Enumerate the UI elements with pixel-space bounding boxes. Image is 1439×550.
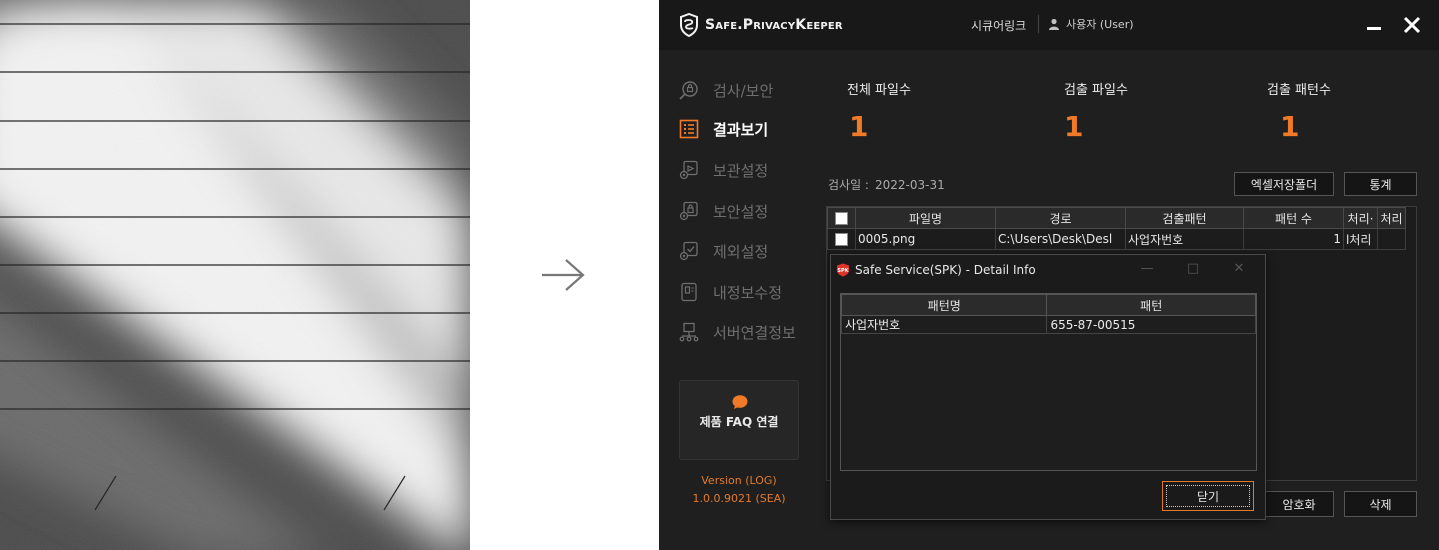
sidebar-item-label: 검사/보안 — [713, 81, 774, 100]
scan-date-value: 2022-03-31 — [874, 178, 945, 192]
title-divider — [1038, 15, 1039, 33]
cell-pattern: 사업자번호 — [1125, 228, 1244, 250]
table-row[interactable]: 사업자번호 655-87-00515 — [840, 315, 1256, 334]
dialog-title: Safe Service(SPK) - Detail Info — [855, 263, 1036, 277]
minimize-icon[interactable] — [1364, 14, 1386, 36]
shield-search-icon — [679, 81, 698, 100]
encrypt-button[interactable]: 암호화 — [1264, 491, 1334, 517]
column-header-process2[interactable]: 처리 — [1377, 207, 1406, 229]
version-line-2: 1.0.0.9021 (SEA) — [692, 492, 786, 505]
row-checkbox[interactable] — [827, 228, 856, 250]
securelink-link[interactable]: 시큐어링크 — [971, 17, 1026, 34]
close-dialog-button[interactable]: 닫기 — [1162, 481, 1254, 511]
sidebar-item-exclude-settings[interactable]: 제외설정 — [679, 239, 768, 263]
cell-pattern-value: 655-87-00515 — [1046, 315, 1256, 334]
excel-folder-button[interactable]: 엑셀저장폴더 — [1234, 172, 1334, 196]
server-network-icon — [679, 322, 699, 342]
version-info: Version (LOG) 1.0.0.9021 (SEA) — [679, 472, 799, 508]
id-card-icon — [681, 282, 697, 302]
brand-logo: Safe.PrivacyKeeper — [679, 12, 843, 38]
cell-filename: 0005.png — [855, 228, 996, 250]
sidebar-item-security-settings[interactable]: 보안설정 — [679, 199, 768, 223]
sidebar-item-my-info[interactable]: 내정보수정 — [679, 280, 782, 304]
app-window: Safe.PrivacyKeeper 시큐어링크 사용자 (User) 검사/보… — [659, 0, 1439, 550]
close-icon[interactable] — [1401, 14, 1423, 36]
cell-count: 1 — [1243, 228, 1344, 250]
svg-text:SPK: SPK — [837, 268, 849, 274]
column-header-pattern-name[interactable]: 패턴명 — [840, 294, 1048, 316]
preview-photo — [0, 0, 470, 550]
detail-info-dialog: SPK Safe Service(SPK) - Detail Info — □ … — [830, 254, 1266, 520]
sidebar-item-label: 서버연결정보 — [713, 323, 796, 342]
brand-name: Safe.PrivacyKeeper — [705, 17, 843, 33]
shield-logo-icon — [680, 13, 698, 37]
cell-process2 — [1377, 228, 1406, 250]
arrow-right-icon — [542, 259, 585, 291]
archive-gear-icon — [679, 160, 698, 180]
check-gear-icon — [679, 241, 698, 261]
faq-link-button[interactable]: 제품 FAQ 연결 — [679, 380, 799, 460]
sidebar-item-label: 결과보기 — [713, 120, 769, 139]
total-files-value: 1 — [849, 110, 869, 143]
cell-pattern-name: 사업자번호 — [840, 315, 1048, 334]
chat-bubble-icon — [732, 395, 748, 409]
detail-header-row: 패턴명 패턴 — [840, 294, 1256, 316]
detected-patterns-label: 검출 패턴수 — [1267, 83, 1331, 98]
column-header-pattern-value[interactable]: 패턴 — [1046, 294, 1256, 316]
column-header-filename[interactable]: 파일명 — [855, 207, 996, 229]
column-header-process1[interactable]: 처리· — [1343, 207, 1378, 229]
sidebar-item-label: 보안설정 — [713, 202, 769, 221]
detected-files-label: 검출 파일수 — [1064, 83, 1128, 98]
stats-button[interactable]: 통계 — [1344, 172, 1417, 196]
dialog-minimize-icon[interactable]: — — [1137, 261, 1157, 276]
column-header-path[interactable]: 경로 — [995, 207, 1126, 229]
column-header-count[interactable]: 패턴 수 — [1243, 207, 1344, 229]
total-files-label: 전체 파일수 — [847, 83, 911, 98]
scan-date: 검사일 : 2022-03-31 — [828, 176, 945, 193]
version-line-1: Version (LOG) — [701, 474, 777, 487]
user-menu[interactable]: 사용자 (User) — [1048, 16, 1134, 32]
sidebar-item-server-info[interactable]: 서버연결정보 — [679, 320, 796, 344]
detail-table: 패턴명 패턴 사업자번호 655-87-00515 — [840, 293, 1257, 471]
list-icon — [679, 119, 699, 139]
user-icon — [1049, 18, 1059, 30]
detected-files-value: 1 — [1064, 110, 1084, 143]
dialog-maximize-icon[interactable]: □ — [1183, 261, 1203, 276]
scan-date-label: 검사일 : — [828, 178, 869, 192]
cell-process1: l처리 — [1343, 228, 1378, 250]
column-header-pattern[interactable]: 검출패턴 — [1125, 207, 1244, 229]
table-row[interactable]: 0005.png C:\Users\Desk\Desl 사업자번호 1 l처리 — [827, 228, 1406, 250]
user-name: 사용자 (User) — [1066, 18, 1134, 31]
dialog-close-icon[interactable]: ✕ — [1229, 261, 1249, 276]
app-shield-icon: SPK — [837, 263, 850, 277]
delete-button[interactable]: 삭제 — [1344, 491, 1417, 517]
select-all-checkbox[interactable] — [827, 207, 856, 229]
table-header-row: 파일명 경로 검출패턴 패턴 수 처리· 처리 — [827, 207, 1406, 229]
sidebar-item-results[interactable]: 결과보기 — [679, 117, 768, 141]
sidebar-item-scan[interactable]: 검사/보안 — [679, 78, 773, 102]
close-dialog-label: 닫기 — [1166, 485, 1250, 507]
cell-path: C:\Users\Desk\Desl — [995, 228, 1126, 250]
sidebar-item-label: 보관설정 — [713, 161, 769, 180]
sidebar-item-label: 내정보수정 — [713, 283, 783, 302]
sidebar-item-archive-settings[interactable]: 보관설정 — [679, 158, 768, 182]
lock-gear-icon — [679, 201, 698, 221]
detected-patterns-value: 1 — [1280, 110, 1300, 143]
title-bar: Safe.PrivacyKeeper 시큐어링크 사용자 (User) — [659, 0, 1439, 50]
sidebar-item-label: 제외설정 — [713, 242, 769, 261]
faq-label: 제품 FAQ 연결 — [699, 415, 779, 429]
